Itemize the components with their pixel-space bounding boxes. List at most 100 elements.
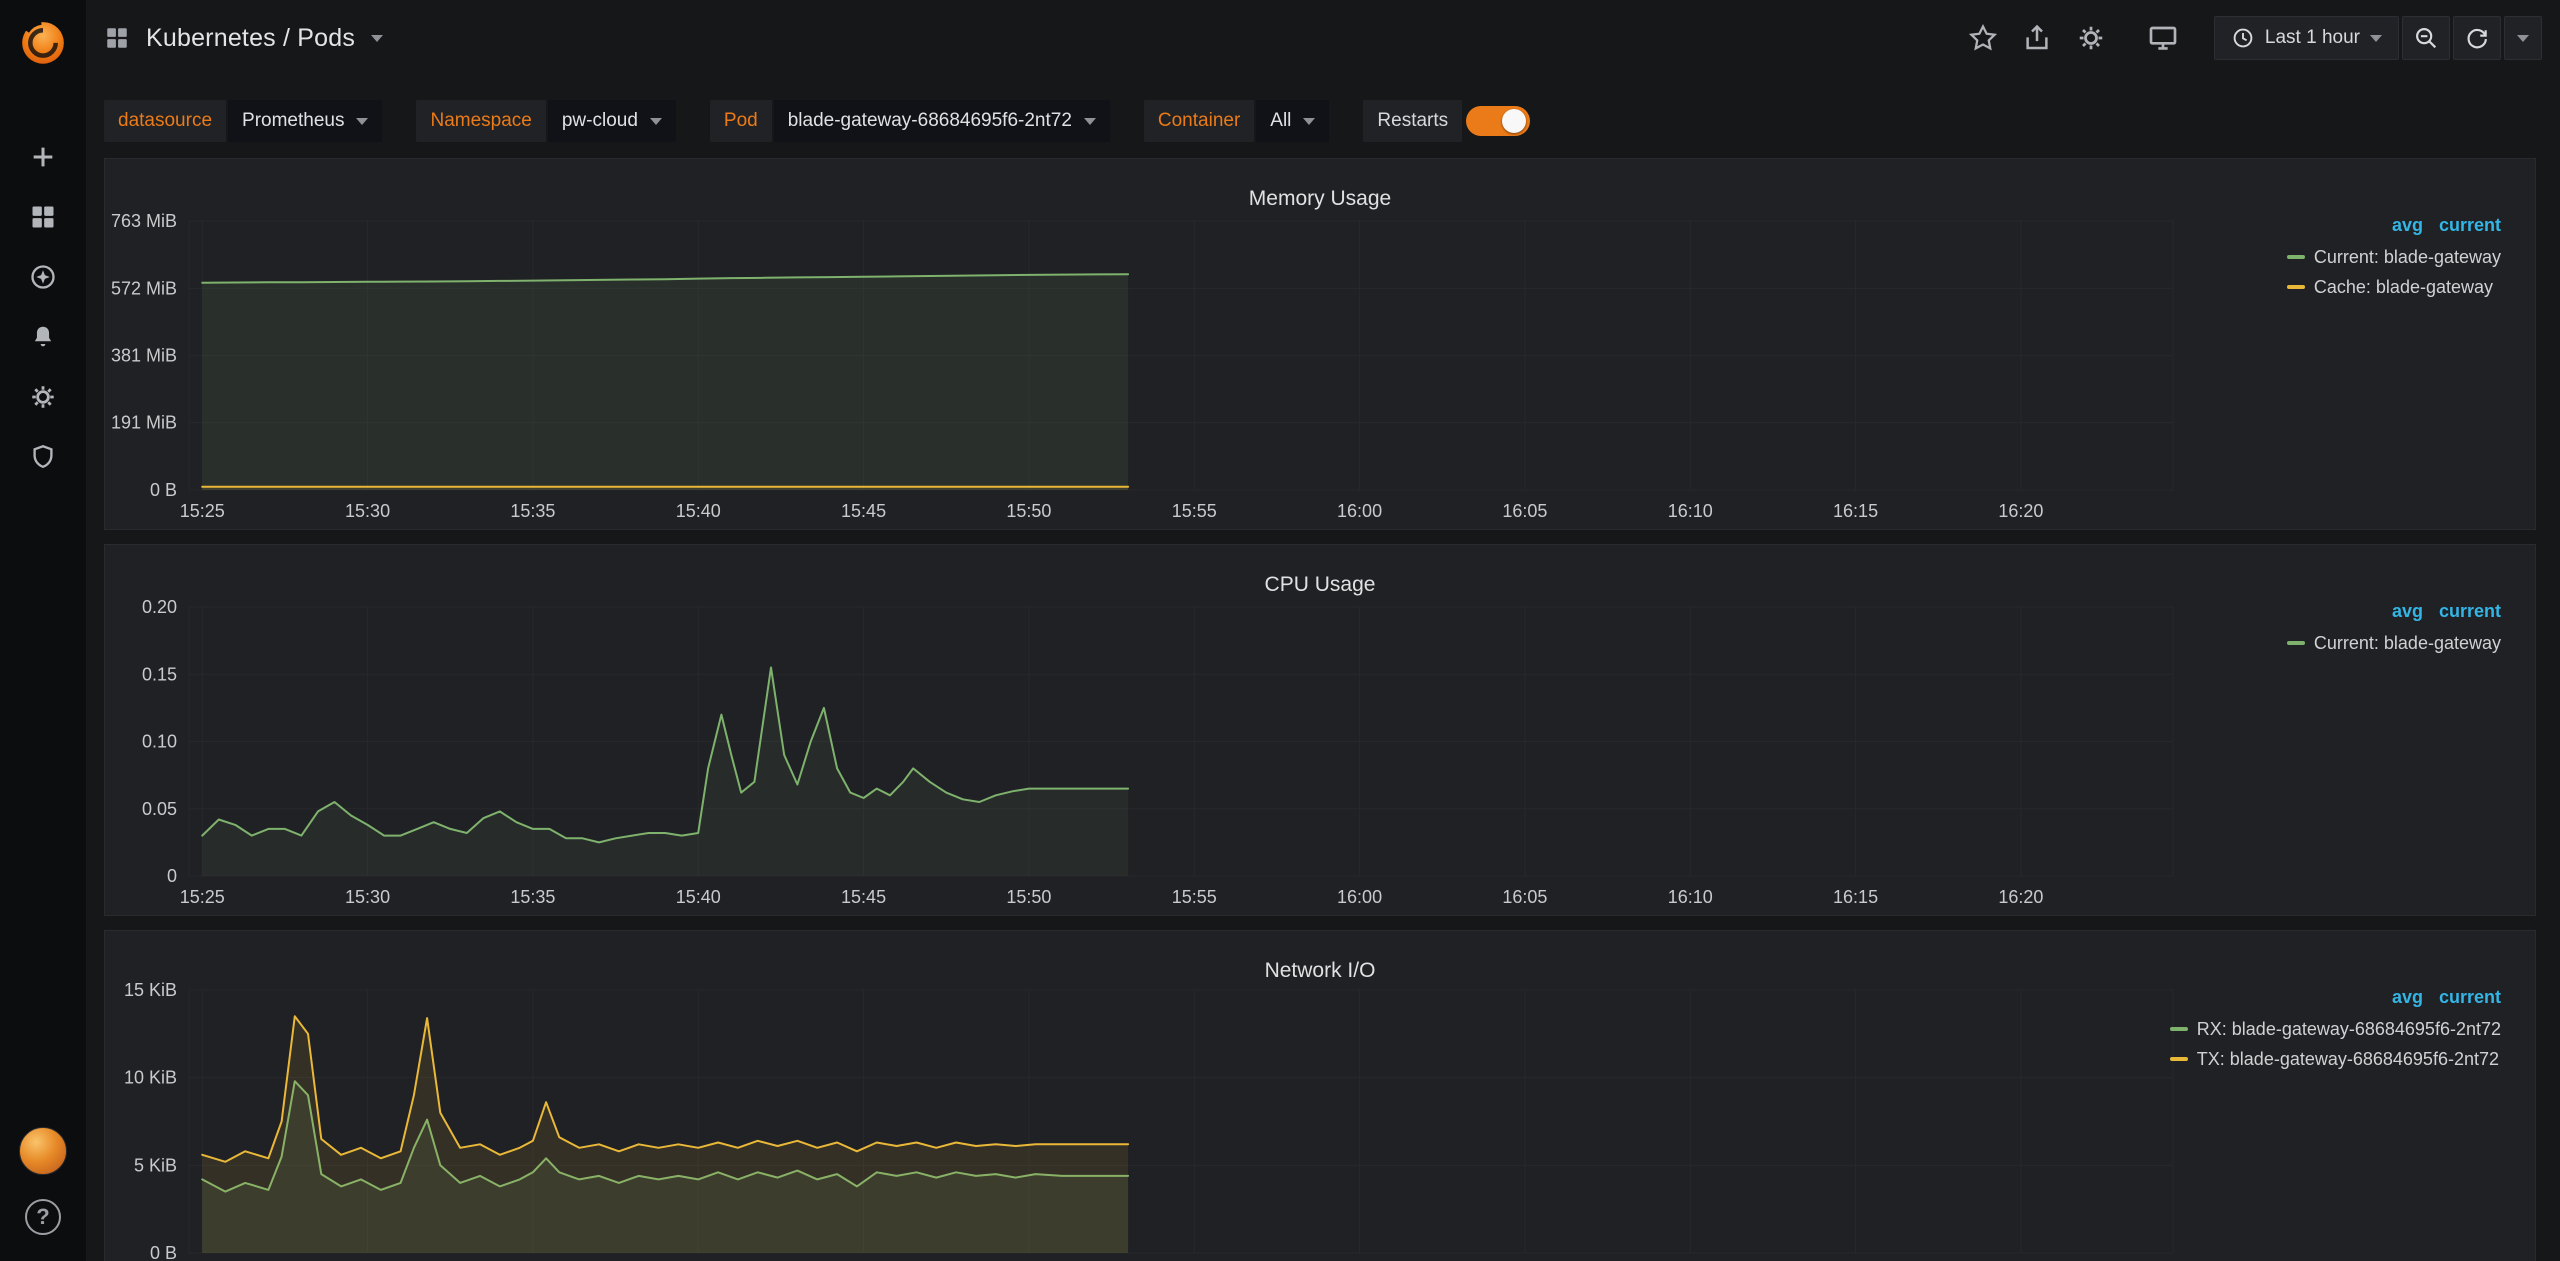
filter-label: Container <box>1144 100 1254 142</box>
legend-series-swatch <box>2170 1027 2188 1031</box>
svg-text:15:30: 15:30 <box>345 887 390 907</box>
panel-title[interactable]: Memory Usage <box>105 187 2535 211</box>
legend-item[interactable]: RX: blade-gateway-68684695f6-2nt72 <box>2170 1014 2501 1044</box>
time-picker[interactable]: Last 1 hour <box>2214 16 2399 60</box>
share-button[interactable] <box>2016 17 2058 59</box>
legend-series-label: TX: blade-gateway-68684695f6-2nt72 <box>2197 1044 2499 1074</box>
legend-series-label: RX: blade-gateway-68684695f6-2nt72 <box>2197 1014 2501 1044</box>
legend-series-swatch <box>2287 641 2305 645</box>
filter-namespace: Namespace pw-cloud <box>416 100 675 142</box>
legend: avg current Current: blade-gateway <box>2287 601 2501 658</box>
svg-text:16:20: 16:20 <box>1998 887 2043 907</box>
filter-restarts: Restarts <box>1363 100 1530 142</box>
datasource-dropdown[interactable]: Prometheus <box>228 100 382 142</box>
legend-sort-avg[interactable]: avg <box>2392 601 2423 622</box>
legend-series-swatch <box>2287 285 2305 289</box>
user-avatar[interactable] <box>19 1127 67 1175</box>
svg-text:10 KiB: 10 KiB <box>124 1068 177 1088</box>
svg-text:15:55: 15:55 <box>1172 887 1217 907</box>
svg-text:15:50: 15:50 <box>1006 887 1051 907</box>
cpu-usage-chart[interactable]: 15:2515:3015:3515:4015:4515:5015:5516:00… <box>105 545 2535 915</box>
star-icon <box>1968 23 1998 53</box>
legend-series-swatch <box>2170 1057 2188 1061</box>
shield-icon <box>29 443 57 471</box>
svg-text:15:45: 15:45 <box>841 501 886 521</box>
gear-icon <box>29 383 57 411</box>
search-minus-icon <box>2413 25 2439 51</box>
legend-items: Current: blade-gatewayCache: blade-gatew… <box>2287 242 2501 302</box>
legend-sort-links: avg current <box>2392 215 2501 236</box>
legend-item[interactable]: Cache: blade-gateway <box>2287 272 2493 302</box>
legend-sort-avg[interactable]: avg <box>2392 987 2423 1008</box>
legend-item[interactable]: Current: blade-gateway <box>2287 242 2501 272</box>
legend-sort-links: avg current <box>2392 601 2501 622</box>
legend-series-swatch <box>2287 255 2305 259</box>
caret-down-icon <box>1303 118 1315 125</box>
svg-text:15:50: 15:50 <box>1006 501 1051 521</box>
filter-pod: Pod blade-gateway-68684695f6-2nt72 <box>710 100 1110 142</box>
time-range-label: Last 1 hour <box>2265 27 2360 49</box>
sidebar: ? <box>0 0 86 1261</box>
container-dropdown[interactable]: All <box>1256 100 1329 142</box>
svg-text:0 B: 0 B <box>150 480 177 500</box>
filter-label: Pod <box>710 100 772 142</box>
cycle-view-mode-button[interactable] <box>2142 17 2184 59</box>
star-button[interactable] <box>1962 17 2004 59</box>
sidebar-item-create[interactable] <box>0 143 86 171</box>
pod-dropdown[interactable]: blade-gateway-68684695f6-2nt72 <box>774 100 1110 142</box>
grafana-logo-icon[interactable] <box>14 13 72 71</box>
legend: avg current Current: blade-gatewayCache:… <box>2287 215 2501 302</box>
namespace-dropdown[interactable]: pw-cloud <box>548 100 676 142</box>
legend-sort-current[interactable]: current <box>2439 987 2501 1008</box>
help-icon[interactable]: ? <box>25 1199 61 1235</box>
legend-item[interactable]: TX: blade-gateway-68684695f6-2nt72 <box>2170 1044 2499 1074</box>
clock-icon <box>2231 26 2255 50</box>
memory-usage-chart[interactable]: 15:2515:3015:3515:4015:4515:5015:5516:00… <box>105 159 2535 529</box>
compass-icon <box>29 263 57 291</box>
filter-value: pw-cloud <box>562 110 638 132</box>
time-controls: Last 1 hour <box>2214 16 2542 60</box>
svg-text:15:40: 15:40 <box>676 501 721 521</box>
bell-icon <box>29 323 57 351</box>
svg-text:16:10: 16:10 <box>1668 501 1713 521</box>
refresh-icon <box>2464 25 2490 51</box>
sidebar-item-configuration[interactable] <box>0 383 86 411</box>
sidebar-item-dashboards[interactable] <box>0 203 86 231</box>
svg-text:0 B: 0 B <box>150 1243 177 1261</box>
legend-series-label: Current: blade-gateway <box>2314 628 2501 658</box>
zoom-out-button[interactable] <box>2402 16 2450 60</box>
legend-sort-avg[interactable]: avg <box>2392 215 2423 236</box>
gear-icon <box>2076 23 2106 53</box>
sidebar-item-explore[interactable] <box>0 263 86 291</box>
svg-text:0.15: 0.15 <box>142 664 177 684</box>
legend: avg current RX: blade-gateway-68684695f6… <box>2170 987 2501 1074</box>
dashboard-settings-button[interactable] <box>2070 17 2112 59</box>
toggle-knob <box>1502 109 1526 133</box>
legend-sort-links: avg current <box>2392 987 2501 1008</box>
panel-cpu-usage: CPU Usage 15:2515:3015:3515:4015:4515:50… <box>104 544 2536 916</box>
legend-item[interactable]: Current: blade-gateway <box>2287 628 2501 658</box>
dashboard-title-group[interactable]: Kubernetes / Pods <box>104 24 383 53</box>
caret-down-icon <box>650 118 662 125</box>
panel-title[interactable]: Network I/O <box>105 959 2535 983</box>
legend-sort-current[interactable]: current <box>2439 215 2501 236</box>
restarts-toggle[interactable] <box>1466 106 1530 136</box>
filter-container: Container All <box>1144 100 1330 142</box>
caret-down-icon <box>2517 35 2529 42</box>
refresh-button[interactable] <box>2453 16 2501 60</box>
sidebar-item-server-admin[interactable] <box>0 443 86 471</box>
dashboards-grid-icon <box>29 203 57 231</box>
sidebar-item-alerting[interactable] <box>0 323 86 351</box>
refresh-interval-dropdown[interactable] <box>2504 16 2542 60</box>
plus-icon <box>29 143 57 171</box>
sidebar-menu <box>0 143 86 471</box>
caret-down-icon <box>1084 118 1096 125</box>
filter-value: Prometheus <box>242 110 344 132</box>
panel-title[interactable]: CPU Usage <box>105 573 2535 597</box>
caret-down-icon <box>371 35 383 42</box>
svg-text:15:35: 15:35 <box>510 887 555 907</box>
svg-text:16:05: 16:05 <box>1502 501 1547 521</box>
svg-text:15:25: 15:25 <box>180 501 225 521</box>
legend-sort-current[interactable]: current <box>2439 601 2501 622</box>
caret-down-icon <box>356 118 368 125</box>
